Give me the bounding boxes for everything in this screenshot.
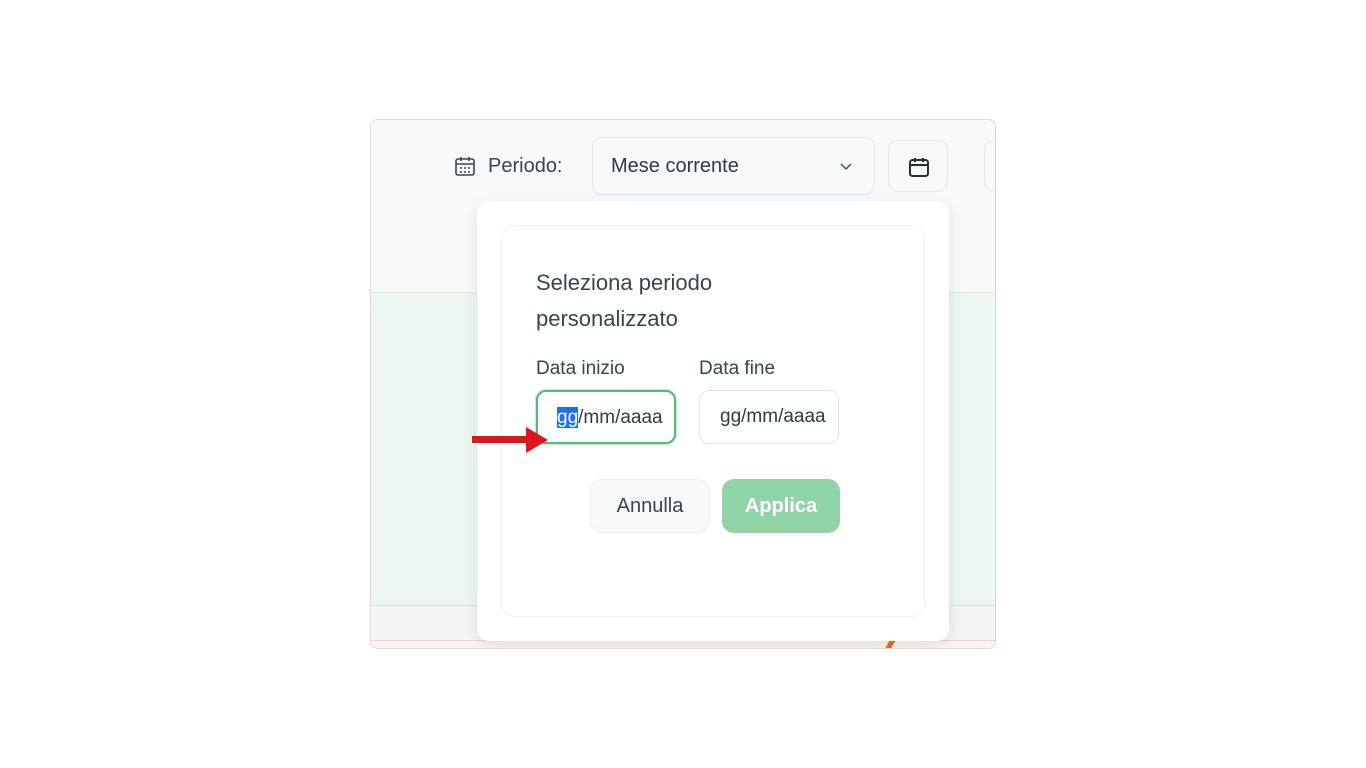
app-window: Periodo: Mese corrente Seleziona periodo… — [370, 119, 996, 649]
toolbar-button-partial[interactable] — [984, 140, 995, 192]
apply-button[interactable]: Applica — [722, 479, 840, 533]
period-select[interactable]: Mese corrente — [592, 137, 875, 195]
start-date-input[interactable]: gg/mm/aaaa — [536, 390, 676, 444]
content-bottom-strip — [371, 640, 995, 648]
arrow-right-icon — [472, 427, 548, 453]
cancel-button[interactable]: Annulla — [590, 479, 710, 533]
period-select-value: Mese corrente — [611, 155, 739, 177]
end-date-input[interactable]: gg/mm/aaaa — [699, 390, 839, 444]
start-date-selected-segment: gg — [557, 407, 579, 428]
calendar-icon — [455, 157, 475, 176]
popover-title: Seleziona periodo personalizzato — [536, 270, 713, 331]
start-date-label: Data inizio — [536, 358, 625, 379]
calendar-button[interactable] — [888, 140, 948, 192]
custom-period-popover: Seleziona periodo personalizzato Data in… — [477, 201, 949, 641]
end-date-label: Data fine — [699, 358, 776, 379]
period-label: Periodo: — [488, 155, 563, 177]
start-date-rest: /mm/aaaa — [578, 407, 663, 428]
chevron-down-icon — [840, 163, 852, 171]
calendar-icon — [909, 158, 929, 177]
